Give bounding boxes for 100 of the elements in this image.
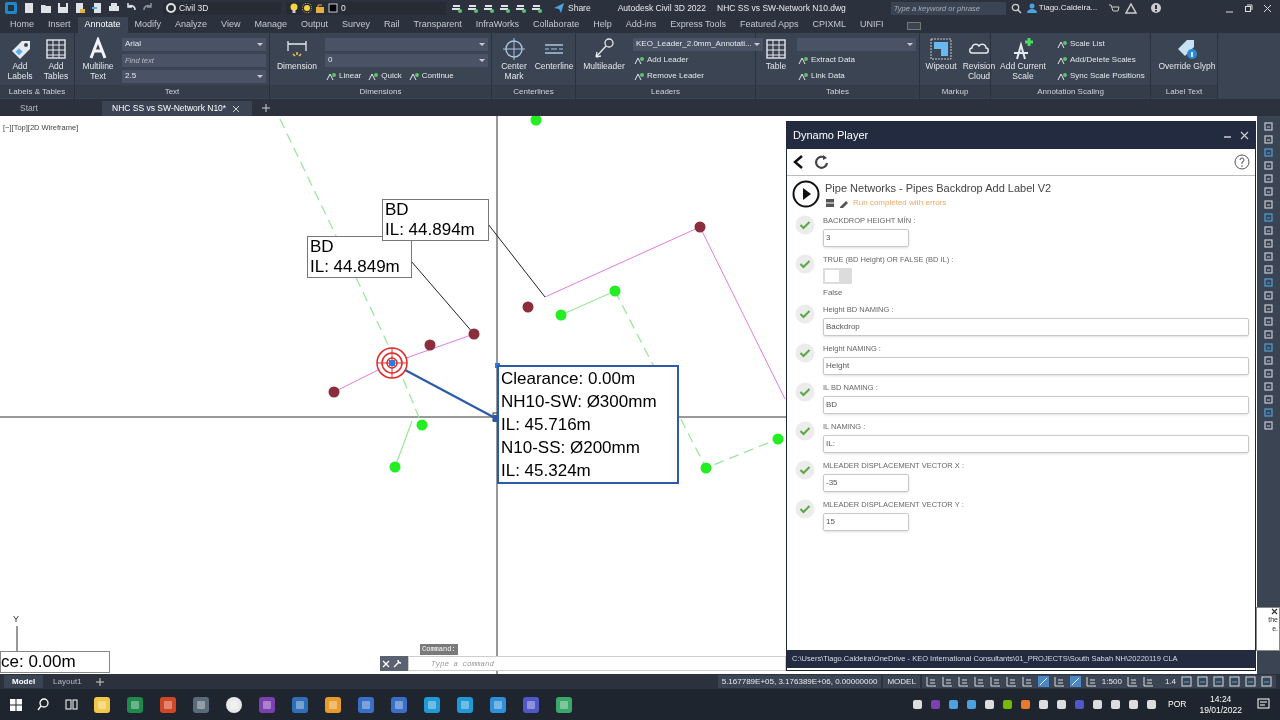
ribbon-tool[interactable]: Sync Scale Positions [1056,70,1145,82]
tool-icon[interactable] [1264,252,1273,261]
ribbon-tab[interactable]: Featured Apps [733,17,806,33]
ribbon-tab[interactable]: Help [586,17,619,33]
tray-icon[interactable] [984,699,996,710]
tool-icon[interactable] [1264,382,1273,391]
status-tool-icon[interactable] [1037,676,1049,687]
pipe-label-frame[interactable]: Clearance: 0.00m NH10-SW: Ø300mm IL: 45.716m N10-SS: Ø200mm IL: 45.324m [497,365,679,484]
ribbon-button[interactable]: Add Tables [39,37,73,81]
print-icon[interactable] [108,2,120,14]
pipe-label-frame[interactable]: BD IL: 44.894m [382,199,489,241]
ribbon-tab[interactable]: View [214,17,248,33]
ribbon-tool[interactable]: Extract Data [797,54,855,66]
tool-icon[interactable] [1264,213,1273,222]
ribbon-tab[interactable]: CPIXML [805,17,854,33]
tool-icon[interactable] [1264,369,1273,378]
app-icon[interactable] [192,695,210,714]
ribbon-tab[interactable]: Transparent [406,17,469,33]
ribbon-tool[interactable]: Add Leader [633,54,689,66]
help-icon[interactable] [1150,2,1163,14]
workspace-dropdown[interactable]: Civil 3D [163,1,281,15]
tool-icon[interactable] [1264,395,1273,404]
model-space-button[interactable]: MODEL [883,675,920,688]
close-icon[interactable] [1271,608,1278,615]
tool-icon[interactable] [1264,122,1273,131]
tool-icon[interactable] [1264,187,1273,196]
search-icon[interactable] [1010,2,1022,14]
ribbon-tab[interactable]: Insert [41,17,78,33]
ribbon-tab[interactable]: Output [294,17,336,33]
ribbon-tab[interactable]: Collaborate [526,17,587,33]
dropdown[interactable]: Arial [122,37,266,51]
ribbon-tool[interactable]: Linear [325,70,362,82]
ribbon-button[interactable]: Center Mark [495,37,533,81]
ribbon-button[interactable]: Wipeout [923,37,959,71]
input-field[interactable]: 3 [823,228,909,247]
ribbon-tool[interactable]: Scale List [1056,38,1105,50]
tray-icon[interactable] [948,699,960,710]
plus-icon[interactable] [262,104,270,112]
pipe-label-frame[interactable]: BD IL: 44.849m [307,236,412,278]
app-icon[interactable] [489,695,507,714]
folder-icon[interactable] [40,2,52,14]
ribbon-button[interactable]: Dimension [273,37,321,71]
tool-icon[interactable] [1264,317,1273,326]
ribbon-tab[interactable]: Rail [377,17,407,33]
dropdown[interactable]: 0 [325,53,488,67]
ribbon-tool[interactable]: Continue [407,70,454,82]
play-button[interactable] [792,180,820,208]
ribbon-tab[interactable]: Express Tools [663,17,734,33]
tool-icon[interactable] [1264,343,1273,352]
status-tool-icon[interactable] [1229,676,1240,687]
ribbon-tab[interactable]: Annotate [77,17,128,33]
export-icon[interactable] [91,2,103,14]
input-field[interactable]: Backdrop [823,317,1249,336]
app-icon[interactable] [225,695,243,714]
tool-icon[interactable] [1264,200,1273,209]
file-tab[interactable]: NHC SS vs SW-Network N10* [102,101,252,116]
layer-tool-icon[interactable] [483,2,494,14]
ribbon-tab[interactable]: Manage [247,17,294,33]
tray-icon[interactable] [912,699,924,710]
tray-icon[interactable] [1128,699,1140,710]
ribbon-button[interactable]: Revision Cloud [961,37,997,81]
start-button[interactable] [10,698,22,711]
layer-tool-icon[interactable] [531,2,542,14]
data-icon[interactable] [825,197,835,208]
ribbon-tab[interactable]: Survey [335,17,378,33]
status-tool-icon[interactable] [1261,676,1272,687]
tool-icon[interactable] [1264,161,1273,170]
tool-icon[interactable] [1264,226,1273,235]
app-icon[interactable] [126,695,144,714]
app-icon[interactable] [390,695,408,714]
layer-tool-icon[interactable] [515,2,526,14]
language-indicator[interactable]: POR [1168,698,1187,711]
input-field[interactable]: 15 [823,512,909,531]
tray-icon[interactable] [1146,699,1158,710]
tool-icon[interactable] [1264,421,1273,430]
layout-tab[interactable]: Layout1 [45,675,90,688]
app-icon[interactable] [324,695,342,714]
ribbon-button[interactable]: Add Current Scale [994,37,1052,81]
save-as-icon[interactable] [74,2,86,14]
tray-icon[interactable] [1038,699,1050,710]
save-icon[interactable] [57,2,69,14]
status-tool-icon[interactable] [1213,676,1224,687]
status-tool-icon[interactable] [1069,676,1081,687]
refresh-icon[interactable] [814,154,830,170]
cart-icon[interactable] [1108,2,1121,14]
status-tool-icon[interactable] [1181,676,1192,687]
app-icon[interactable] [93,695,111,714]
tool-icon[interactable] [1264,356,1273,365]
file-tab[interactable]: Start [10,101,100,116]
ribbon-tab[interactable]: Analyze [168,17,215,33]
status-tool-icon[interactable] [1197,676,1208,687]
notifications-icon[interactable] [1257,698,1270,711]
user-menu[interactable]: Tiago.Caldeira... [1026,2,1098,14]
tray-icon[interactable] [1110,699,1122,710]
ribbon-button[interactable]: Override Glyph [1154,37,1220,71]
new-file-icon[interactable] [23,2,35,14]
tray-icon[interactable] [1092,699,1104,710]
tray-icon[interactable] [1056,699,1068,710]
ribbon-tab[interactable]: Add-ins [618,17,664,33]
layer-tool-icon[interactable] [451,2,462,14]
